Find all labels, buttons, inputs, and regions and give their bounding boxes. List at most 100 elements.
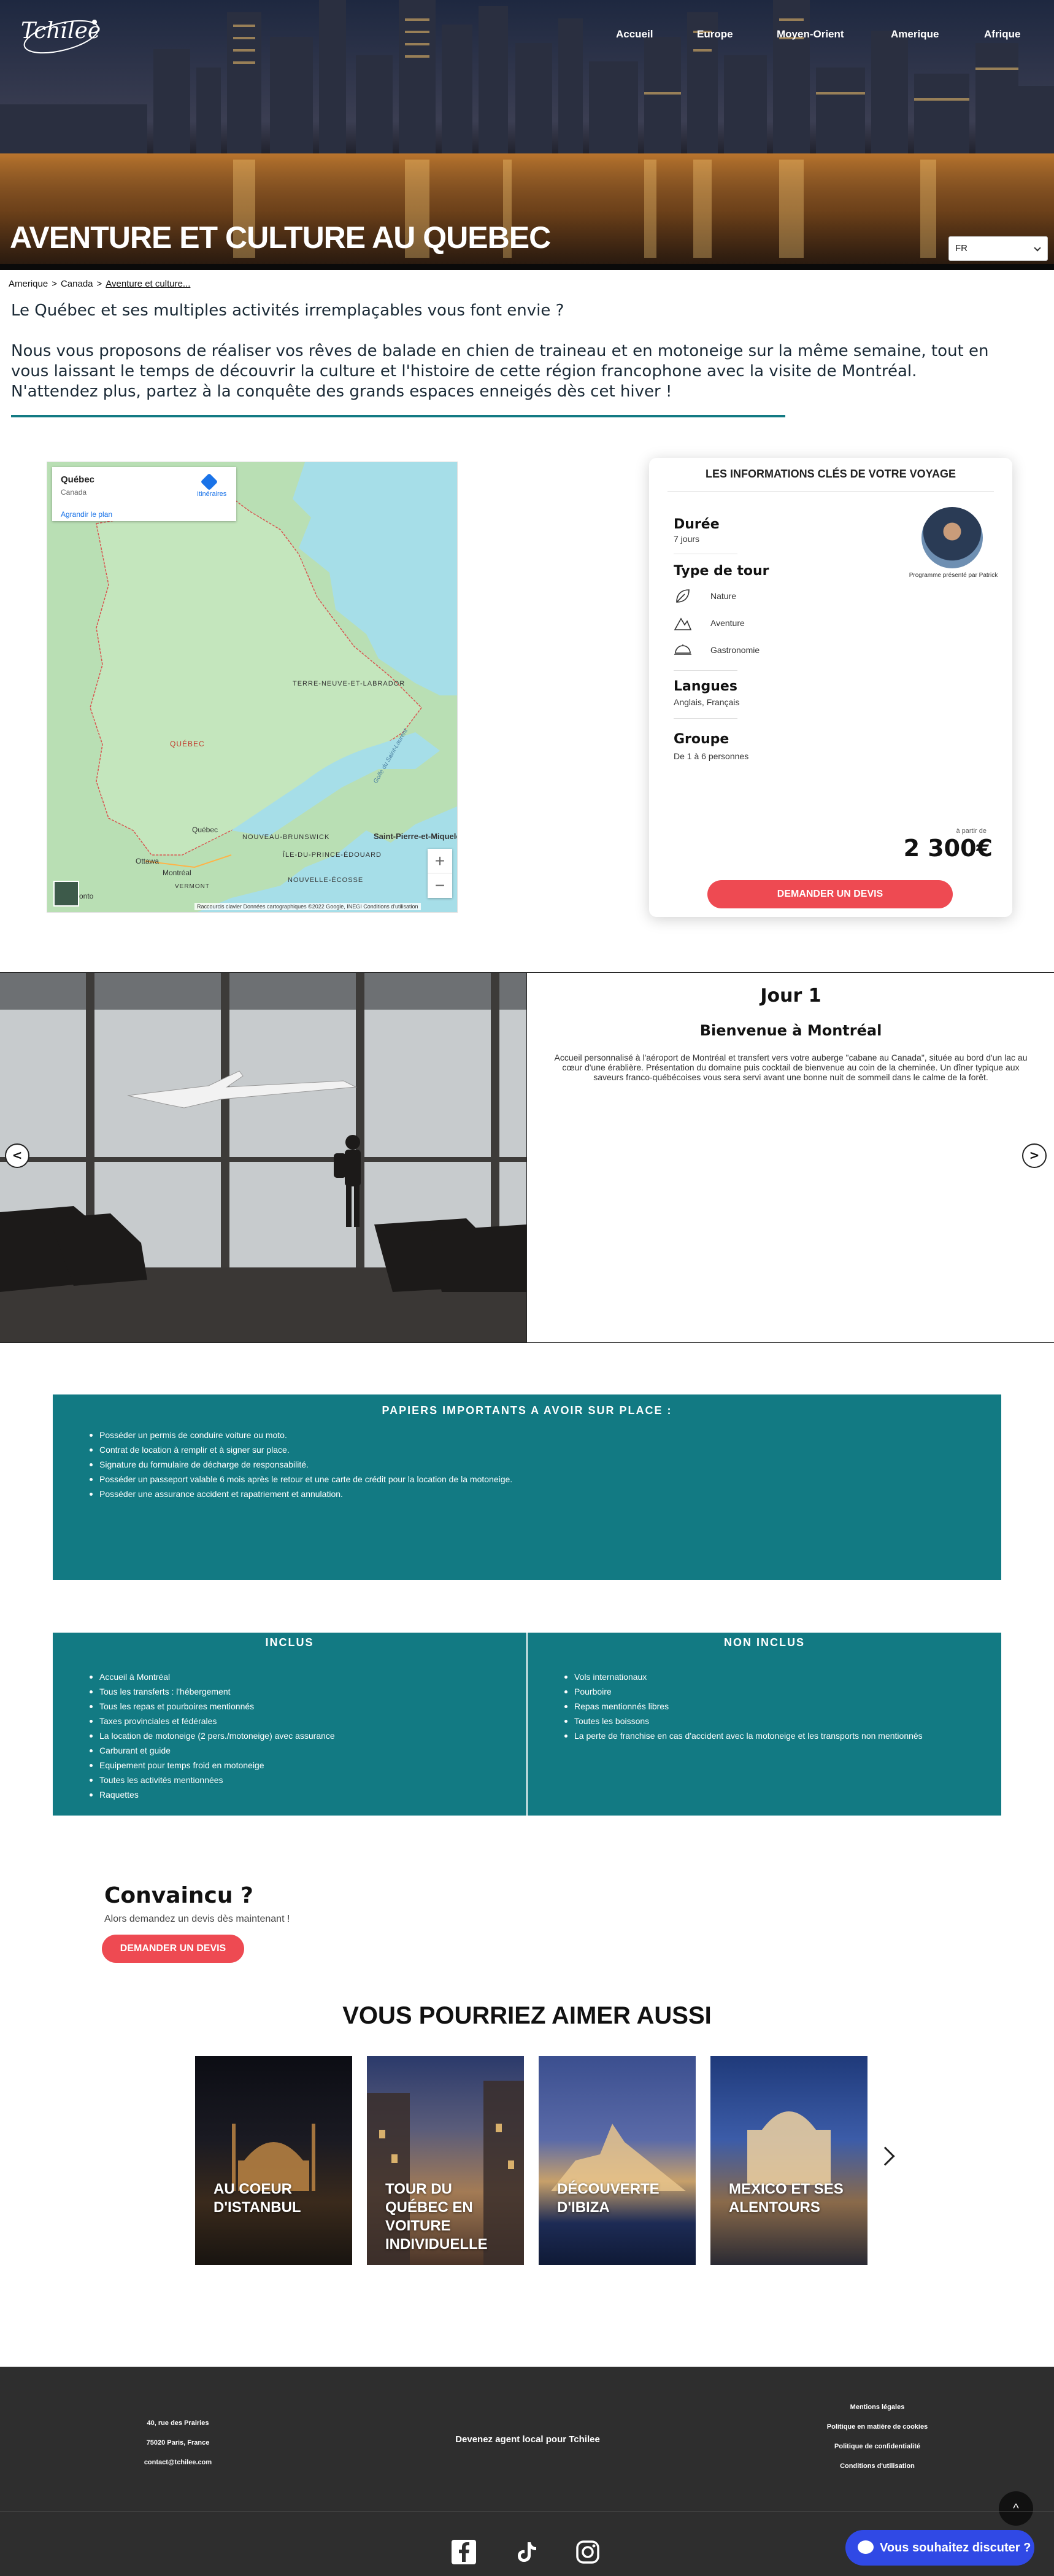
footer: 40, rue des Prairies 75020 Paris, France… [0, 2367, 1054, 2576]
tour-type-aventure-label: Aventure [710, 618, 745, 628]
not-included-box: NON INCLUS Vols internationaux Pourboire… [528, 1633, 1001, 1816]
divider [667, 491, 994, 492]
trip-info-title: LES INFORMATIONS CLÉS DE VOTRE VOYAGE [705, 468, 956, 480]
zoom-in-button[interactable]: + [428, 849, 452, 873]
list-item: Vols internationaux [561, 1669, 923, 1684]
facebook-icon[interactable] [450, 2539, 477, 2566]
mexico-palace-image [747, 2111, 831, 2185]
divider [674, 670, 737, 671]
day-description: Jour 1 Bienvenue à Montréal Accueil pers… [526, 973, 1054, 1342]
dish-icon [674, 644, 691, 655]
convinced-title: Convaincu ? [104, 1883, 253, 1908]
footer-agent-link[interactable]: Devenez agent local pour Tchilee [393, 2434, 663, 2445]
list-item: La perte de franchise en cas d'accident … [561, 1728, 923, 1743]
related-card-istanbul[interactable]: AU COEUR D'ISTANBUL [195, 2056, 352, 2265]
slider-next-button[interactable]: > [1022, 1143, 1047, 1168]
list-item: Raquettes [86, 1787, 335, 1802]
convinced-subtitle: Alors demandez un devis dès maintenant ! [104, 1914, 290, 1924]
map-label-quebec-city: Québec [192, 826, 218, 834]
map-label-montreal: Montréal [163, 868, 191, 877]
footer-link-legal[interactable]: Mentions légales [791, 2397, 963, 2417]
list-item: Carburant et guide [86, 1743, 335, 1758]
intro-paragraph-1: Le Québec et ses multiples activités irr… [11, 301, 564, 320]
nav-europe[interactable]: Europe [697, 28, 733, 41]
google-map[interactable]: Québec Canada Agrandir le plan Itinérair… [47, 462, 458, 913]
not-included-list: Vols internationaux Pourboire Repas ment… [561, 1669, 923, 1743]
nav-afrique[interactable]: Afrique [984, 28, 1021, 41]
footer-address-city: 75020 Paris, France [146, 2439, 210, 2446]
page-title: AVENTURE ET CULTURE AU QUEBEC [10, 220, 551, 255]
list-item: Repas mentionnés libres [561, 1699, 923, 1714]
presenter-caption: Programme présenté par Patrick [909, 572, 998, 579]
breadcrumb-separator: > [96, 279, 102, 289]
footer-link-terms[interactable]: Conditions d'utilisation [791, 2456, 963, 2476]
request-quote-button-2[interactable]: DEMANDER UN DEVIS [102, 1935, 244, 1963]
hero-banner: Tchilee Accueil Europe Moyen-Orient Amer… [0, 0, 1054, 270]
map-satellite-toggle[interactable] [53, 881, 79, 907]
footer-link-cookies[interactable]: Politique en matière de cookies [791, 2417, 963, 2437]
duration-value: 7 jours [674, 534, 700, 544]
map-land [47, 462, 457, 912]
map-place-title: Québec [61, 474, 95, 485]
breadcrumb-separator: > [52, 279, 57, 289]
day-text: Accueil personnalisé à l'aéroport de Mon… [554, 1053, 1028, 1082]
slider-prev-button[interactable]: < [5, 1143, 29, 1168]
list-item: Contrat de location à remplir et à signe… [86, 1442, 512, 1457]
footer-email[interactable]: contact@tchilee.com [110, 2453, 245, 2472]
instagram-icon[interactable] [574, 2539, 601, 2566]
related-card-ibiza[interactable]: DÉCOUVERTE D'IBIZA [539, 2056, 696, 2265]
related-title: VOUS POURRIEZ AIMER AUSSI [342, 2002, 712, 2029]
list-item: Toutes les activités mentionnées [86, 1773, 335, 1787]
list-item: Accueil à Montréal [86, 1669, 335, 1684]
tiktok-icon[interactable] [513, 2539, 540, 2566]
zoom-out-button[interactable]: − [428, 873, 452, 898]
inclusions-section: INCLUS Accueil à Montréal Tous les trans… [53, 1633, 1001, 1816]
language-select[interactable]: FR [948, 236, 1048, 261]
map-attribution[interactable]: Raccourcis clavier Données cartographiqu… [194, 903, 421, 910]
map-directions-label: Itinéraires [197, 490, 227, 498]
nav-moyen-orient[interactable]: Moyen-Orient [777, 28, 844, 41]
day-subtitle: Bienvenue à Montréal [699, 1022, 882, 1039]
intro-text: Le Québec et ses multiples activités irr… [11, 301, 1017, 422]
related-card-mexico[interactable]: MEXICO ET SES ALENTOURS [710, 2056, 867, 2265]
duration-label: Durée [674, 517, 720, 532]
intro-paragraph-3: N'attendez plus, partez à la conquête de… [11, 382, 672, 401]
map-info-card: Québec Canada Agrandir le plan Itinérair… [52, 467, 236, 521]
breadcrumb-item-current[interactable]: Aventure et culture... [106, 279, 190, 289]
list-item: Taxes provinciales et fédérales [86, 1714, 335, 1728]
carousel-next-icon[interactable] [875, 2146, 895, 2166]
map-zoom-control: + − [428, 849, 452, 898]
footer-link-privacy[interactable]: Politique de confidentialité [791, 2437, 963, 2456]
related-card-quebec[interactable]: TOUR DU QUÉBEC EN VOITURE INDIVIDUELLE [367, 2056, 524, 2265]
map-enlarge-link[interactable]: Agrandir le plan [61, 510, 112, 519]
map-directions-button[interactable]: Itinéraires [197, 473, 226, 498]
airport-scene [0, 973, 526, 1342]
breadcrumb-item-canada[interactable]: Canada [61, 279, 93, 289]
list-item: Pourboire [561, 1684, 923, 1699]
main-nav: Accueil Europe Moyen-Orient Amerique Afr… [0, 28, 1054, 43]
included-title: INCLUS [265, 1636, 314, 1649]
istanbul-mosque-image [232, 2124, 315, 2191]
related-card-label: AU COEUR D'ISTANBUL [213, 2181, 301, 2216]
footer-address: 40, rue des Prairies 75020 Paris, France… [110, 2413, 245, 2472]
nav-amerique[interactable]: Amerique [891, 28, 939, 41]
group-label: Groupe [674, 732, 729, 747]
languages-label: Langues [674, 679, 737, 694]
trip-info-card: LES INFORMATIONS CLÉS DE VOTRE VOYAGE Du… [649, 458, 1012, 917]
back-to-top-button[interactable]: ^ [999, 2491, 1033, 2526]
airport-photo [0, 973, 526, 1342]
footer-links: Mentions légales Politique en matière de… [791, 2397, 963, 2476]
list-item: Posséder un passeport valable 6 mois apr… [86, 1472, 512, 1487]
chat-button[interactable]: Vous souhaitez discuter ? [845, 2530, 1034, 2566]
intro-paragraph-2: Nous vous proposons de réaliser vos rêve… [11, 342, 989, 381]
map-place-subtitle: Canada [61, 488, 87, 497]
list-item: Posséder une assurance accident et rapat… [86, 1487, 512, 1501]
language-select-value: FR [955, 243, 967, 253]
map-label-nouvelle-ecosse: NOUVELLE-ÉCOSSE [288, 876, 364, 884]
nav-accueil[interactable]: Accueil [616, 28, 653, 41]
breadcrumb-item-amerique[interactable]: Amerique [9, 279, 48, 289]
request-quote-button[interactable]: DEMANDER UN DEVIS [707, 880, 953, 908]
map-label-ottawa: Ottawa [136, 857, 160, 865]
languages-value: Anglais, Français [674, 697, 740, 707]
itinerary-slider: Jour 1 Bienvenue à Montréal Accueil pers… [0, 972, 1054, 1343]
